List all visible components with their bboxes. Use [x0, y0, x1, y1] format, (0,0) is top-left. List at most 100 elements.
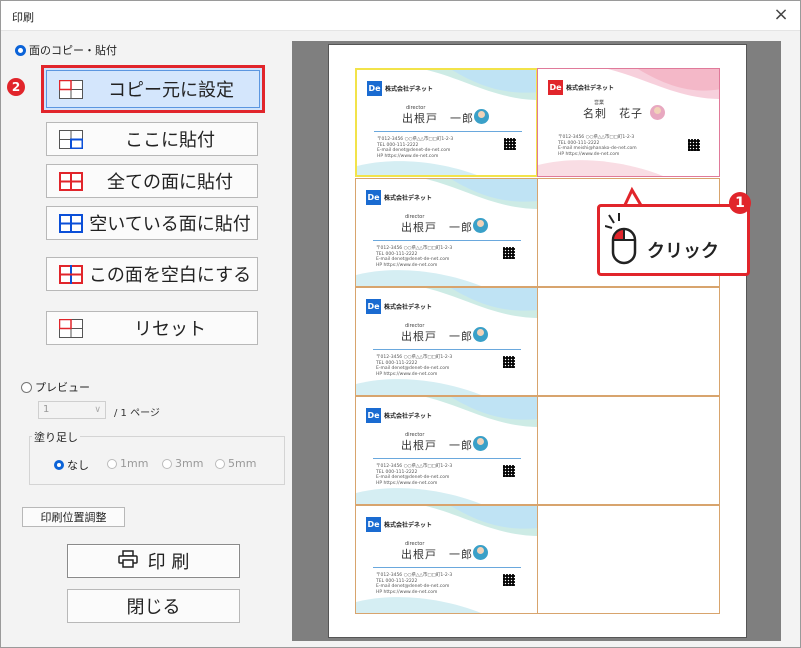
card-slot-7[interactable]: De 株式会社デネット director 出根戸 一郎 〒012-3456 ○○… [355, 396, 538, 505]
card-divider [373, 349, 521, 350]
close-icon[interactable]: × [768, 4, 794, 28]
radio-selected-icon [54, 460, 64, 470]
grid-all-red-icon [59, 171, 83, 191]
paste-here-button[interactable]: ここに貼付 [46, 122, 258, 156]
grid-blank-icon [59, 264, 83, 284]
page-total: / 1 ページ [114, 408, 160, 419]
bleed-none-label: なし [67, 459, 89, 472]
qr-code-icon [503, 574, 515, 586]
mouse-click-icon [605, 213, 637, 265]
card-address: 〒012-3456 ○○県△△市□□町1-2-3 TEL 000-111-2222… [376, 355, 453, 377]
page-select[interactable]: 1 ∨ [38, 401, 106, 419]
card-divider [373, 567, 521, 568]
grid-paste-here-icon [59, 129, 83, 149]
qr-code-icon [504, 138, 516, 150]
avatar [473, 327, 488, 342]
paste-here-label: ここに貼付 [125, 130, 215, 151]
card-company: 株式会社デネット [384, 522, 433, 529]
title-bar: 印刷 × [1, 1, 800, 31]
print-position-adjust-button[interactable]: 印刷位置調整 [22, 507, 125, 527]
card-slot-1[interactable]: De 株式会社デネット director 出根戸 一郎 〒012-3456 ○○… [355, 68, 538, 177]
copy-paste-label: 面のコピー・貼付 [29, 44, 117, 57]
copy-paste-radio[interactable]: 面のコピー・貼付 [15, 42, 117, 58]
grid-reset-icon [59, 318, 83, 338]
qr-code-icon [503, 465, 515, 477]
card-person-name: 出根戸 一郎 [401, 439, 473, 452]
avatar [473, 545, 488, 560]
close-button[interactable]: 閉じる [67, 589, 240, 623]
reset-button[interactable]: リセット [46, 311, 258, 345]
print-label: 印 刷 [147, 552, 190, 573]
bleed-3mm-label: 3mm [175, 457, 204, 470]
bleed-5mm-radio[interactable]: 5mm [215, 457, 256, 470]
card-logo: De [366, 408, 381, 423]
preview-radio[interactable]: プレビュー [21, 379, 90, 395]
bleed-group-label: 塗り足し [32, 429, 80, 445]
card-slot-5[interactable]: De 株式会社デネット director 出根戸 一郎 〒012-3456 ○○… [355, 287, 538, 396]
card-company: 株式会社デネット [385, 86, 434, 93]
make-blank-label: この面を空白にする [88, 265, 252, 286]
card-person-name: 出根戸 一郎 [401, 221, 473, 234]
qr-code-icon [503, 247, 515, 259]
card-address: 〒012-3456 ○○県△△市□□町1-2-3 TEL 000-111-2222… [376, 464, 453, 486]
radio-selected-icon [15, 44, 26, 56]
radio-unselected-icon [215, 458, 225, 469]
bleed-3mm-radio[interactable]: 3mm [162, 457, 203, 470]
make-blank-button[interactable]: この面を空白にする [46, 257, 258, 291]
paper-sheet: De 株式会社デネット director 出根戸 一郎 〒012-3456 ○○… [328, 44, 751, 638]
card-slot-6[interactable] [537, 287, 720, 396]
set-copy-source-button[interactable]: コピー元に設定 [41, 65, 265, 113]
card-company: 株式会社デネット [566, 85, 615, 92]
chevron-down-icon: ∨ [94, 405, 101, 415]
card-slot-8[interactable] [537, 396, 720, 505]
avatar [650, 105, 665, 120]
card-company: 株式会社デネット [384, 195, 433, 202]
card-address: 〒012-3456 ○○県△△市□□町1-2-3 TEL 000-111-2222… [376, 573, 453, 595]
card-slot-9[interactable]: De 株式会社デネット director 出根戸 一郎 〒012-3456 ○○… [355, 505, 538, 614]
card-divider [374, 131, 522, 132]
grid-copy-icon [59, 79, 83, 99]
card-slot-2[interactable]: De 株式会社デネット 営業 名刺 花子 〒012-3456 ○○県△△市□□町… [537, 68, 720, 177]
radio-unselected-icon [162, 458, 172, 469]
card-person-name: 出根戸 一郎 [401, 330, 473, 343]
paste-all-button[interactable]: 全ての面に貼付 [46, 164, 258, 198]
paste-empty-label: 空いている面に貼付 [89, 214, 251, 235]
grid-all-blue-icon [59, 213, 83, 233]
print-preview: De 株式会社デネット director 出根戸 一郎 〒012-3456 ○○… [292, 41, 781, 641]
bleed-none-radio[interactable]: なし [54, 457, 89, 473]
printer-icon [117, 549, 138, 573]
card-logo: De [366, 190, 381, 205]
card-person-name: 出根戸 一郎 [402, 112, 474, 125]
card-logo: De [548, 80, 563, 95]
step-1-badge: 1 [729, 192, 751, 214]
avatar [473, 436, 488, 451]
card-address: 〒012-3456 ○○県△△市□□町1-2-3 TEL 000-111-2222… [377, 137, 454, 159]
radio-unselected-icon [107, 458, 117, 469]
avatar [473, 218, 488, 233]
paste-empty-button[interactable]: 空いている面に貼付 [46, 206, 258, 240]
paste-all-label: 全ての面に貼付 [107, 172, 233, 193]
bleed-5mm-label: 5mm [228, 457, 257, 470]
print-dialog: 印刷 × 面のコピー・貼付 2 コピー元に設定 ここに貼付 全ての面に貼付 空い… [0, 0, 801, 648]
click-label: クリック [647, 241, 719, 262]
set-copy-source-label: コピー元に設定 [108, 80, 234, 101]
bleed-1mm-radio[interactable]: 1mm [107, 457, 148, 470]
card-person-name: 名刺 花子 [583, 107, 643, 120]
card-person-name: 出根戸 一郎 [401, 548, 473, 561]
card-slot-10[interactable] [537, 505, 720, 614]
reset-label: リセット [134, 319, 206, 340]
card-logo: De [366, 299, 381, 314]
card-slot-3[interactable]: De 株式会社デネット director 出根戸 一郎 〒012-3456 ○○… [355, 178, 538, 287]
qr-code-icon [503, 356, 515, 368]
card-logo: De [366, 517, 381, 532]
card-address: 〒012-3456 ○○県△△市□□町1-2-3 TEL 000-111-2222… [558, 135, 637, 157]
card-address: 〒012-3456 ○○県△△市□□町1-2-3 TEL 000-111-2222… [376, 246, 453, 268]
card-logo: De [367, 81, 382, 96]
print-button[interactable]: 印 刷 [67, 544, 240, 578]
close-label: 閉じる [126, 597, 181, 618]
card-divider [373, 240, 521, 241]
card-company: 株式会社デネット [384, 304, 433, 311]
page-select-value: 1 [43, 404, 50, 415]
window-title: 印刷 [12, 11, 34, 24]
step-2-badge: 2 [7, 78, 25, 96]
